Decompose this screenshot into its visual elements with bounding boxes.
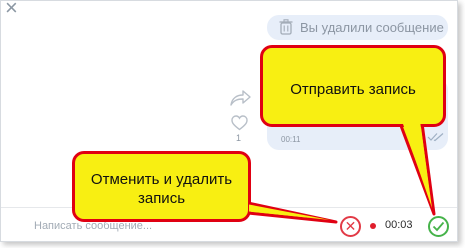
cancel-recording-button[interactable]: ✕ bbox=[340, 216, 361, 237]
recording-indicator-dot bbox=[370, 223, 376, 229]
screenshot-frame: × Вы удалили сообщение 1 00:11 Написать … bbox=[0, 0, 465, 248]
check-icon bbox=[432, 221, 445, 232]
close-icon[interactable]: × bbox=[5, 1, 18, 19]
like-count: 1 bbox=[236, 133, 242, 143]
message-input[interactable]: Написать сообщение... bbox=[34, 220, 152, 232]
deleted-message-bubble: Вы удалили сообщение bbox=[267, 15, 448, 40]
share-icon[interactable] bbox=[229, 89, 251, 107]
heart-icon[interactable] bbox=[231, 115, 248, 131]
double-check-icon bbox=[427, 133, 444, 142]
voice-message-time: 00:11 bbox=[281, 135, 301, 144]
message-input-bar: Написать сообщение... ✕ 00:03 bbox=[1, 207, 457, 241]
recording-timer: 00:03 bbox=[385, 219, 413, 231]
deleted-message-text: Вы удалили сообщение bbox=[300, 20, 444, 35]
trash-icon bbox=[279, 19, 293, 35]
send-recording-button[interactable] bbox=[428, 216, 449, 237]
voice-message-bubble: 00:11 bbox=[267, 78, 448, 150]
chat-window: × Вы удалили сообщение 1 00:11 Написать … bbox=[0, 0, 458, 242]
